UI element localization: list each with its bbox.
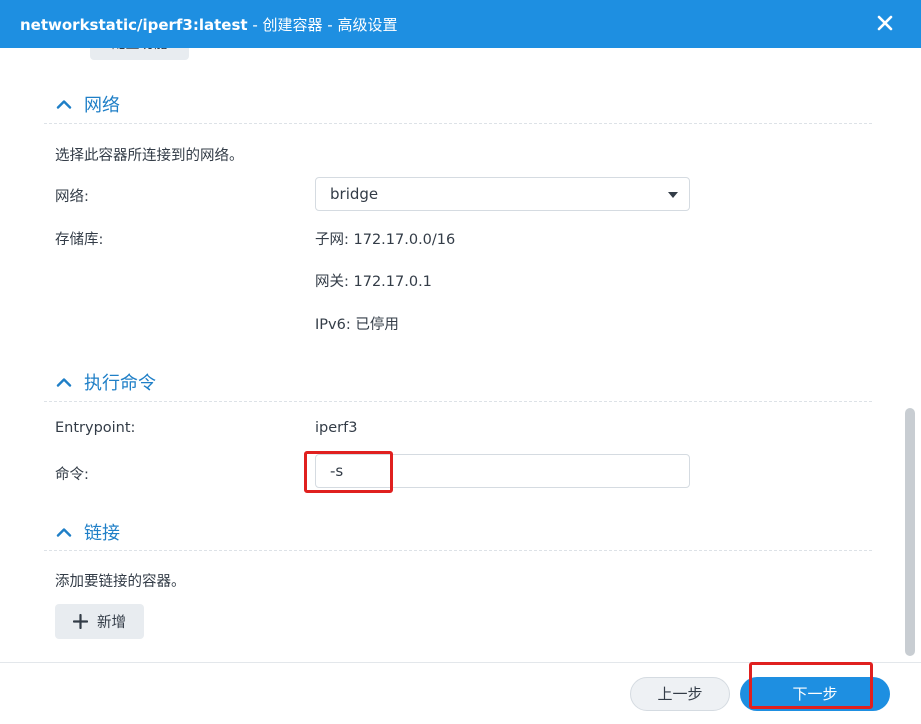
config-button[interactable]: 配置功能	[90, 48, 189, 60]
plus-icon	[73, 614, 88, 629]
section-command-title: 执行命令	[84, 373, 156, 394]
section-network-title: 网络	[84, 95, 120, 116]
network-description: 选择此容器所连接到的网络。	[55, 148, 244, 164]
section-links-title: 链接	[84, 523, 120, 544]
command-label: 命令:	[55, 467, 89, 483]
chevron-up-icon	[56, 528, 72, 537]
section-links-toggle[interactable]: 链接	[56, 519, 120, 545]
close-icon[interactable]	[875, 13, 895, 33]
gateway-value: 网关: 172.17.0.1	[315, 274, 432, 290]
network-label: 网络:	[55, 189, 89, 205]
chevron-up-icon	[56, 378, 72, 387]
section-network-toggle[interactable]: 网络	[56, 91, 120, 117]
entrypoint-label: Entrypoint:	[55, 420, 136, 436]
network-select-value: bridge	[330, 185, 379, 203]
network-select[interactable]: bridge	[315, 177, 690, 211]
chevron-up-icon	[56, 100, 72, 109]
next-button[interactable]: 下一步	[740, 677, 890, 711]
section-command-toggle[interactable]: 执行命令	[56, 369, 156, 395]
command-input[interactable]	[315, 454, 690, 488]
ipv6-value: IPv6: 已停用	[315, 317, 399, 333]
section-divider	[44, 123, 872, 124]
storage-label: 存储库:	[55, 232, 104, 248]
section-divider	[44, 401, 872, 402]
caret-down-icon	[668, 192, 678, 198]
scrollbar-thumb[interactable]	[905, 408, 915, 656]
window-title-main: networkstatic/iperf3:latest	[20, 16, 248, 34]
dialog-content: 配置功能 网络 选择此容器所连接到的网络。 网络: bridge 存储库: 子网…	[0, 48, 921, 662]
window-titlebar: networkstatic/iperf3:latest - 创建容器 - 高级设…	[0, 0, 921, 48]
window-title-sub: - 创建容器 - 高级设置	[247, 16, 398, 34]
subnet-value: 子网: 172.17.0.0/16	[315, 232, 456, 248]
section-divider	[44, 550, 872, 551]
add-link-button[interactable]: 新增	[55, 604, 144, 639]
window-title: networkstatic/iperf3:latest - 创建容器 - 高级设…	[20, 14, 397, 35]
entrypoint-value: iperf3	[315, 420, 358, 436]
dialog-footer: 上一步 下一步	[0, 662, 921, 724]
previous-button[interactable]: 上一步	[630, 677, 730, 711]
links-description: 添加要链接的容器。	[55, 574, 186, 590]
add-link-label: 新增	[97, 615, 126, 631]
